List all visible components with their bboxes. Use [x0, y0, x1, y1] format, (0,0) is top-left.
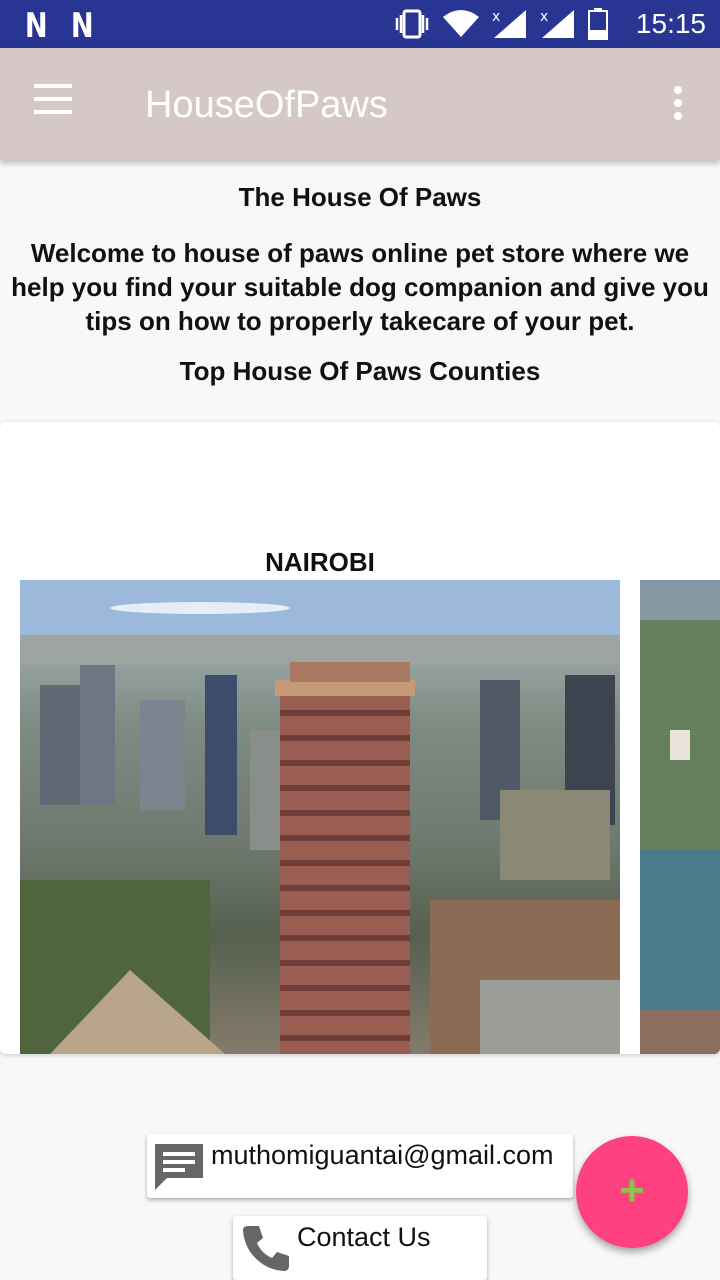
next-county-image[interactable] [640, 580, 720, 1054]
county-carousel[interactable]: NAIROBI [0, 422, 720, 1054]
intro-text: Welcome to house of paws online pet stor… [11, 238, 709, 336]
county-label: NAIROBI [265, 547, 375, 577]
hamburger-menu-icon[interactable] [34, 84, 78, 124]
signal-icon: x [492, 9, 526, 38]
app-bar: HouseOfPaws [0, 48, 720, 160]
section-title: Top House Of Paws Counties [179, 356, 541, 386]
battery-icon [588, 8, 608, 40]
notification-icon: N [70, 6, 94, 46]
contact-us-button[interactable]: Contact Us [233, 1216, 487, 1280]
app-title: HouseOfPaws [145, 84, 388, 126]
coastal-city-image [640, 580, 720, 1054]
contact-us-label: Contact Us [297, 1222, 431, 1252]
clock-time: 15:15 [635, 8, 706, 39]
signal-icon: x [540, 9, 574, 38]
city-skyline-image [20, 580, 620, 1054]
notification-icon: N [24, 6, 48, 46]
vibrate-icon [395, 9, 429, 39]
add-fab-button[interactable]: + [576, 1136, 688, 1248]
wifi-icon [443, 10, 479, 37]
svg-text:x: x [492, 9, 500, 25]
phone-icon [243, 1226, 289, 1271]
status-icons: x x [394, 8, 608, 40]
email-text: muthomiguantai@gmail.com [211, 1140, 554, 1170]
page-heading: The House Of Paws [238, 182, 482, 212]
email-contact-button[interactable]: muthomiguantai@gmail.com [147, 1134, 573, 1198]
svg-text:x: x [540, 9, 548, 25]
add-icon: + [619, 1166, 645, 1215]
more-vert-icon[interactable] [672, 86, 684, 126]
county-image[interactable] [20, 580, 620, 1054]
status-bar: N N x x 15:15 [0, 0, 720, 48]
message-icon [155, 1144, 203, 1190]
